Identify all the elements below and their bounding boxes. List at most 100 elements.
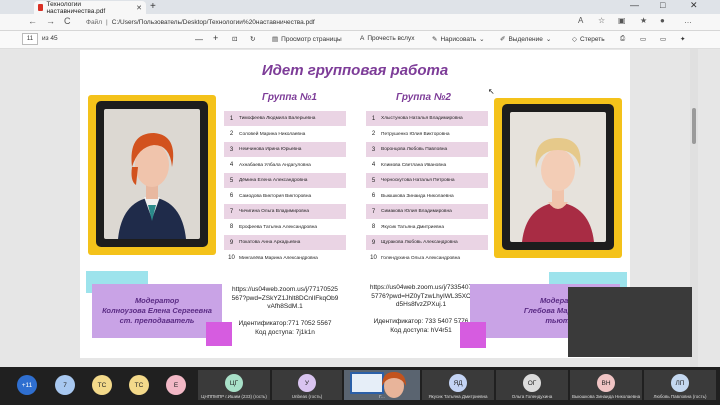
link-line: https://us04web.zoom.us/j/77170525: [232, 286, 338, 293]
print-icon[interactable]: ⎙: [620, 35, 625, 43]
close-window-button[interactable]: ✕: [690, 0, 698, 11]
fit-page-icon[interactable]: ⊡: [232, 35, 237, 43]
row-number: 9: [229, 239, 234, 246]
maximize-button[interactable]: □: [660, 0, 665, 10]
refresh-icon[interactable]: C: [64, 16, 71, 26]
meeting-id: Идентификатор:771 7052 5567: [238, 320, 332, 327]
member-name: Самодова Виктория Викторовна: [239, 193, 312, 199]
participant-video-tile[interactable]: Г...: [344, 370, 420, 400]
participant-name: Ольга Голендухина: [511, 394, 553, 399]
row-number: 1: [371, 115, 376, 122]
favorite-star-icon[interactable]: ☆: [598, 16, 605, 25]
participant-avatar[interactable]: Е: [166, 375, 186, 395]
rotate-icon[interactable]: ↻: [250, 35, 255, 43]
favorites-icon[interactable]: ★: [640, 16, 647, 25]
read-aloud-button[interactable]: A Прочесть вслух: [360, 35, 414, 42]
participant-tile[interactable]: ОГ Ольга Голендухина: [496, 370, 568, 400]
scrollbar-thumb[interactable]: [692, 108, 696, 144]
page-count: из 45: [42, 35, 58, 42]
video-overlay-panel: [568, 287, 692, 357]
link-line: 5776?pwd=HZ0yTzwLhyIWL35XC: [371, 292, 471, 300]
decor-block: [206, 322, 232, 346]
decor-block: [460, 322, 486, 348]
eraser-icon: ◇: [572, 36, 577, 43]
participant-avatar[interactable]: ТС: [129, 375, 149, 395]
page-view-button[interactable]: ▤ Просмотр страницы: [272, 35, 342, 44]
chevron-down-icon: ⌄: [545, 36, 552, 43]
tablet-frame-right: [494, 98, 622, 258]
participant-tile[interactable]: ЦГ ЦНППМПР г.Ишим (233) (гость): [198, 370, 270, 400]
minimize-button[interactable]: —: [630, 0, 639, 10]
address-field[interactable]: Файл | C:/Users/Пользователь/Desktop/Тех…: [86, 17, 315, 28]
more-participants-button[interactable]: +11: [17, 375, 37, 395]
save-as-icon[interactable]: ▭: [660, 35, 666, 43]
participant-tile[interactable]: ЯД Якусик Татьяна Дмитриевна: [422, 370, 494, 400]
participant-tile[interactable]: У Unbeas (гость): [272, 370, 342, 400]
participant-avatar: ЛП: [671, 374, 689, 392]
row-number: 8: [229, 224, 234, 230]
row-number: 7: [229, 208, 234, 215]
collections-icon[interactable]: ▣: [618, 16, 626, 25]
page-number-input[interactable]: 11: [22, 33, 38, 45]
participant-name: Якусик Татьяна Дмитриевна: [428, 394, 488, 399]
profile-icon[interactable]: ●: [660, 16, 665, 25]
row-number: 10: [228, 255, 235, 261]
group2-zoom-link[interactable]: https://us04web.zoom.us/j/7335407 5776?p…: [356, 284, 486, 310]
highlight-label: Выделение: [508, 35, 543, 43]
address-text: C:/Users/Пользователь/Desktop/Технологии…: [111, 19, 315, 26]
participant-avatar[interactable]: 7: [55, 375, 75, 395]
participant-avatar[interactable]: ТС: [92, 375, 112, 395]
more-menu-icon[interactable]: …: [684, 16, 692, 25]
pin-icon[interactable]: ✦: [680, 35, 685, 43]
list-item: 2 Соловей Марина Николаевна: [224, 127, 346, 142]
new-tab-button[interactable]: +: [150, 1, 156, 12]
member-name: Голендухина Ольга Александровна: [381, 255, 461, 261]
list-item: 3 Воронцова Любовь Павловна: [366, 142, 488, 157]
participant-name: Любовь Павловна (гость): [653, 394, 707, 399]
participant-tile[interactable]: ЛП Любовь Павловна (гость): [644, 370, 716, 400]
page-view-icon: ▤: [272, 36, 279, 43]
highlight-button[interactable]: ✐ Выделение ⌄: [500, 35, 552, 44]
member-name: Хлыстунова Наталья Владимировна: [381, 116, 463, 121]
list-item: 5 Дёмина Елена Александровна: [224, 173, 346, 188]
row-number: 2: [371, 131, 376, 137]
row-number: 4: [229, 162, 234, 168]
zoom-out-button[interactable]: —: [195, 35, 203, 44]
list-item: 8 Якусик Татьяна Дмитриевна: [366, 220, 488, 235]
moderator1-photo: [104, 109, 200, 239]
member-name: Симакова Юлия Владимировна: [381, 209, 452, 214]
read-aloud-icon: A: [360, 35, 365, 42]
participant-tile[interactable]: ВН Выюшкова Зинаида Николаевна (г...: [570, 370, 642, 400]
read-mode-icon[interactable]: A: [578, 16, 583, 25]
participant-avatar: ВН: [597, 374, 615, 392]
draw-button[interactable]: ✎ Нарисовать ⌄: [432, 35, 485, 44]
list-item: 3 Немчинова Ирина Юрьевна: [224, 142, 346, 157]
close-tab-icon[interactable]: ✕: [136, 4, 142, 12]
row-number: 3: [371, 146, 376, 153]
member-name: Покатова Анна Аркадьевна: [239, 240, 301, 245]
participant-avatar: У: [298, 374, 316, 392]
row-number: 5: [229, 177, 234, 184]
link-line: 567?pwd=ZSkYZ1Jhlt8DCnlIFkqOb9: [231, 294, 339, 302]
member-name: Дёмина Елена Александровна: [239, 178, 308, 183]
member-name: Петрушенко Юлия Викторовна: [381, 131, 450, 137]
group1-zoom-link[interactable]: https://us04web.zoom.us/j/77170525 567?p…: [222, 286, 348, 312]
member-name: Тимофеева Людмила Валерьевна: [239, 116, 316, 121]
zoom-in-button[interactable]: +: [213, 33, 218, 43]
tab-title: Технологии наставничества.pdf: [46, 0, 106, 15]
member-name: Климова Светлана Ивановна: [381, 162, 447, 168]
back-icon[interactable]: ←: [28, 16, 37, 26]
list-item: 8 Ерофеева Татьяна Александровна: [224, 220, 346, 235]
participant-avatar: ЯД: [449, 374, 467, 392]
pdf-icon: [38, 4, 44, 11]
member-name: Соловей Марина Николаевна: [239, 131, 306, 137]
save-icon[interactable]: ▭: [640, 35, 646, 43]
member-name: Ерофеева Татьяна Александровна: [239, 224, 318, 230]
slide-title: Идет групповая работа: [261, 62, 449, 79]
forward-icon[interactable]: →: [46, 16, 55, 26]
page-view-label: Просмотр страницы: [281, 35, 342, 43]
erase-button[interactable]: ◇ Стереть: [572, 35, 605, 44]
browser-tab[interactable]: Технологии наставничества.pdf ✕: [34, 0, 146, 15]
pen-icon: ✎: [432, 36, 438, 43]
row-number: 9: [371, 239, 376, 246]
